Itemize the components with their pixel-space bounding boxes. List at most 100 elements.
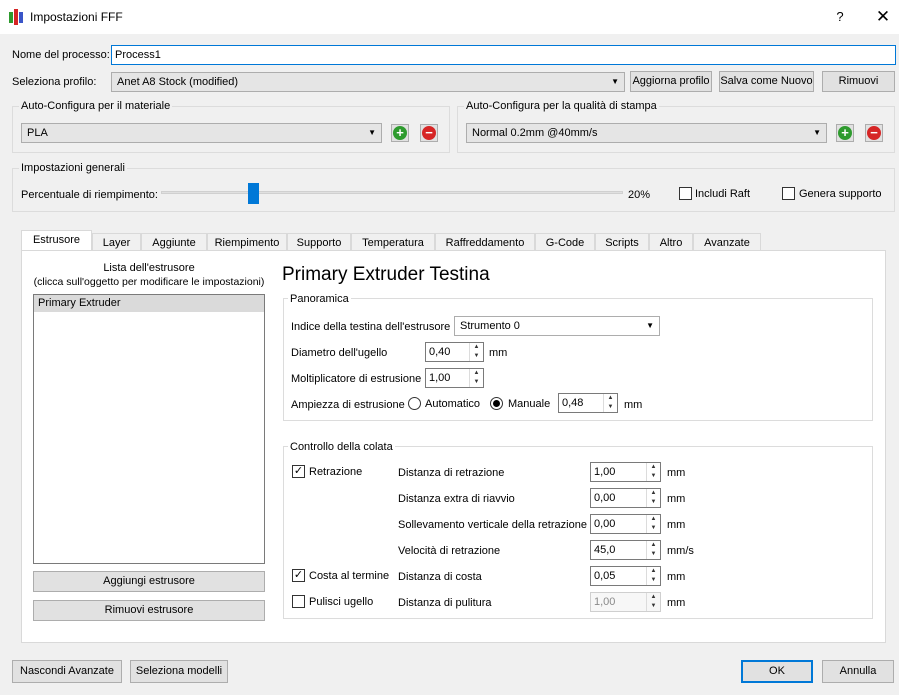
spin-arrows-icon[interactable]: ▲ ▼ (469, 343, 483, 361)
material-selected: PLA (27, 127, 48, 139)
process-name-label: Nome del processo: (12, 49, 110, 61)
retraction-distance-unit: mm (667, 467, 686, 479)
retraction-label: Retrazione (309, 466, 363, 478)
minus-icon: − (867, 126, 881, 140)
chevron-down-icon: ▼ (368, 128, 376, 137)
multiplier-spinbox[interactable]: 1,00 ▲ ▼ (425, 368, 484, 388)
ooze-group (283, 446, 873, 619)
minus-icon: − (422, 126, 436, 140)
remove-extruder-button[interactable]: Rimuovi estrusore (33, 600, 265, 621)
spin-arrows-icon: ▲ ▼ (646, 593, 660, 611)
extra-restart-distance-unit: mm (667, 493, 686, 505)
select-models-button[interactable]: Seleziona modelli (130, 660, 228, 683)
spin-arrows-icon[interactable]: ▲ ▼ (646, 515, 660, 533)
extruder-list[interactable]: Primary Extruder (33, 294, 265, 564)
ok-button[interactable]: OK (741, 660, 813, 683)
add-material-button[interactable]: + (391, 124, 409, 142)
infill-value: 20% (628, 189, 651, 201)
width-label: Ampiezza di estrusione (291, 399, 405, 411)
spin-arrows-icon[interactable]: ▲ ▼ (646, 541, 660, 559)
retraction-distance-label: Distanza di retrazione (398, 467, 505, 479)
update-profile-button[interactable]: Aggiorna profilo (630, 71, 712, 92)
remove-profile-button[interactable]: Rimuovi (822, 71, 895, 92)
help-button[interactable]: ? (830, 6, 850, 28)
retraction-speed-label: Velocità di retrazione (398, 545, 501, 557)
width-unit: mm (624, 399, 643, 411)
nozzle-spinbox[interactable]: 0,40 ▲ ▼ (425, 342, 484, 362)
wipe-checkbox[interactable] (292, 595, 305, 608)
profile-select[interactable]: Anet A8 Stock (modified) ▼ (111, 72, 625, 92)
material-select[interactable]: PLA ▼ (21, 123, 382, 143)
raft-label: Includi Raft (695, 188, 751, 200)
profile-selected: Anet A8 Stock (modified) (117, 76, 239, 88)
extruder-list-hint: (clicca sull'oggetto per modificare le i… (33, 276, 265, 288)
quality-select[interactable]: Normal 0.2mm @40mm/s ▼ (466, 123, 827, 143)
spin-arrows-icon[interactable]: ▲ ▼ (603, 394, 617, 412)
spin-arrows-icon[interactable]: ▲ ▼ (646, 463, 660, 481)
raft-checkbox[interactable] (679, 187, 692, 200)
multiplier-value: 1,00 (429, 372, 451, 384)
head-index-select[interactable]: Strumento 0 ▼ (454, 316, 660, 336)
wipe-distance-unit: mm (667, 597, 686, 609)
head-index-selected: Strumento 0 (460, 320, 520, 332)
retraction-lift-unit: mm (667, 519, 686, 531)
coast-distance-value: 0,05 (594, 570, 616, 582)
remove-material-button[interactable]: − (420, 124, 438, 142)
process-name-input[interactable]: Process1 (111, 45, 896, 65)
width-manual-label: Manuale (508, 398, 551, 410)
list-item[interactable]: Primary Extruder (34, 295, 264, 312)
profile-label: Seleziona profilo: (12, 76, 97, 88)
coast-checkbox[interactable]: ✓ (292, 569, 305, 582)
extruder-heading: Primary Extruder Testina (282, 264, 490, 285)
infill-label: Percentuale di riempimento: (21, 189, 158, 201)
wipe-distance-value: 1,00 (594, 596, 616, 608)
retraction-speed-unit: mm/s (667, 545, 694, 557)
close-icon[interactable]: ✕ (872, 6, 894, 28)
nozzle-value: 0,40 (429, 346, 451, 358)
width-manual-radio[interactable] (490, 397, 503, 410)
retraction-lift-spinbox[interactable]: 0,00 ▲ ▼ (590, 514, 661, 534)
infill-slider-handle[interactable] (248, 183, 259, 204)
retraction-lift-label: Sollevamento verticale della retrazione (398, 519, 587, 531)
add-quality-button[interactable]: + (836, 124, 854, 142)
spin-arrows-icon[interactable]: ▲ ▼ (646, 567, 660, 585)
extra-restart-distance-value: 0,00 (594, 492, 616, 504)
spin-arrows-icon[interactable]: ▲ ▼ (469, 369, 483, 387)
coast-label: Costa al termine (309, 570, 390, 582)
spin-arrows-icon[interactable]: ▲ ▼ (646, 489, 660, 507)
chevron-down-icon: ▼ (611, 77, 619, 86)
coast-distance-spinbox[interactable]: 0,05 ▲ ▼ (590, 566, 661, 586)
nozzle-unit: mm (489, 347, 508, 359)
title-bar (0, 0, 899, 34)
quality-selected: Normal 0.2mm @40mm/s (472, 127, 598, 139)
retraction-distance-spinbox[interactable]: 1,00 ▲ ▼ (590, 462, 661, 482)
hide-advanced-button[interactable]: Nascondi Avanzate (12, 660, 122, 683)
extra-restart-distance-label: Distanza extra di riavvio (398, 493, 515, 505)
extruder-list-header: Lista dell'estrusore (103, 262, 195, 274)
chevron-down-icon: ▼ (646, 321, 654, 330)
width-value: 0,48 (562, 397, 584, 409)
save-new-profile-button[interactable]: Salva come Nuovo (719, 71, 814, 92)
extra-restart-distance-spinbox[interactable]: 0,00 ▲ ▼ (590, 488, 661, 508)
width-auto-radio[interactable] (408, 397, 421, 410)
width-spinbox[interactable]: 0,48 ▲ ▼ (558, 393, 618, 413)
infill-slider-track[interactable] (161, 191, 623, 194)
retraction-checkbox[interactable]: ✓ (292, 465, 305, 478)
overview-title: Panoramica (288, 292, 351, 306)
support-checkbox[interactable] (782, 187, 795, 200)
retraction-speed-spinbox[interactable]: 45,0 ▲ ▼ (590, 540, 661, 560)
app-icon (9, 9, 23, 25)
add-extruder-button[interactable]: Aggiungi estrusore (33, 571, 265, 592)
cancel-button[interactable]: Annulla (822, 660, 894, 683)
support-label: Genera supporto (799, 188, 882, 200)
chevron-down-icon: ▼ (813, 128, 821, 137)
material-group-title: Auto-Configura per il materiale (19, 99, 173, 113)
width-auto-label: Automatico (425, 398, 481, 410)
wipe-distance-label: Distanza di pulitura (398, 597, 492, 609)
plus-icon: + (838, 126, 852, 140)
retraction-speed-value: 45,0 (594, 544, 616, 556)
multiplier-label: Moltiplicatore di estrusione (291, 373, 422, 385)
retraction-distance-value: 1,00 (594, 466, 616, 478)
remove-quality-button[interactable]: − (865, 124, 883, 142)
wipe-label: Pulisci ugello (309, 596, 374, 608)
